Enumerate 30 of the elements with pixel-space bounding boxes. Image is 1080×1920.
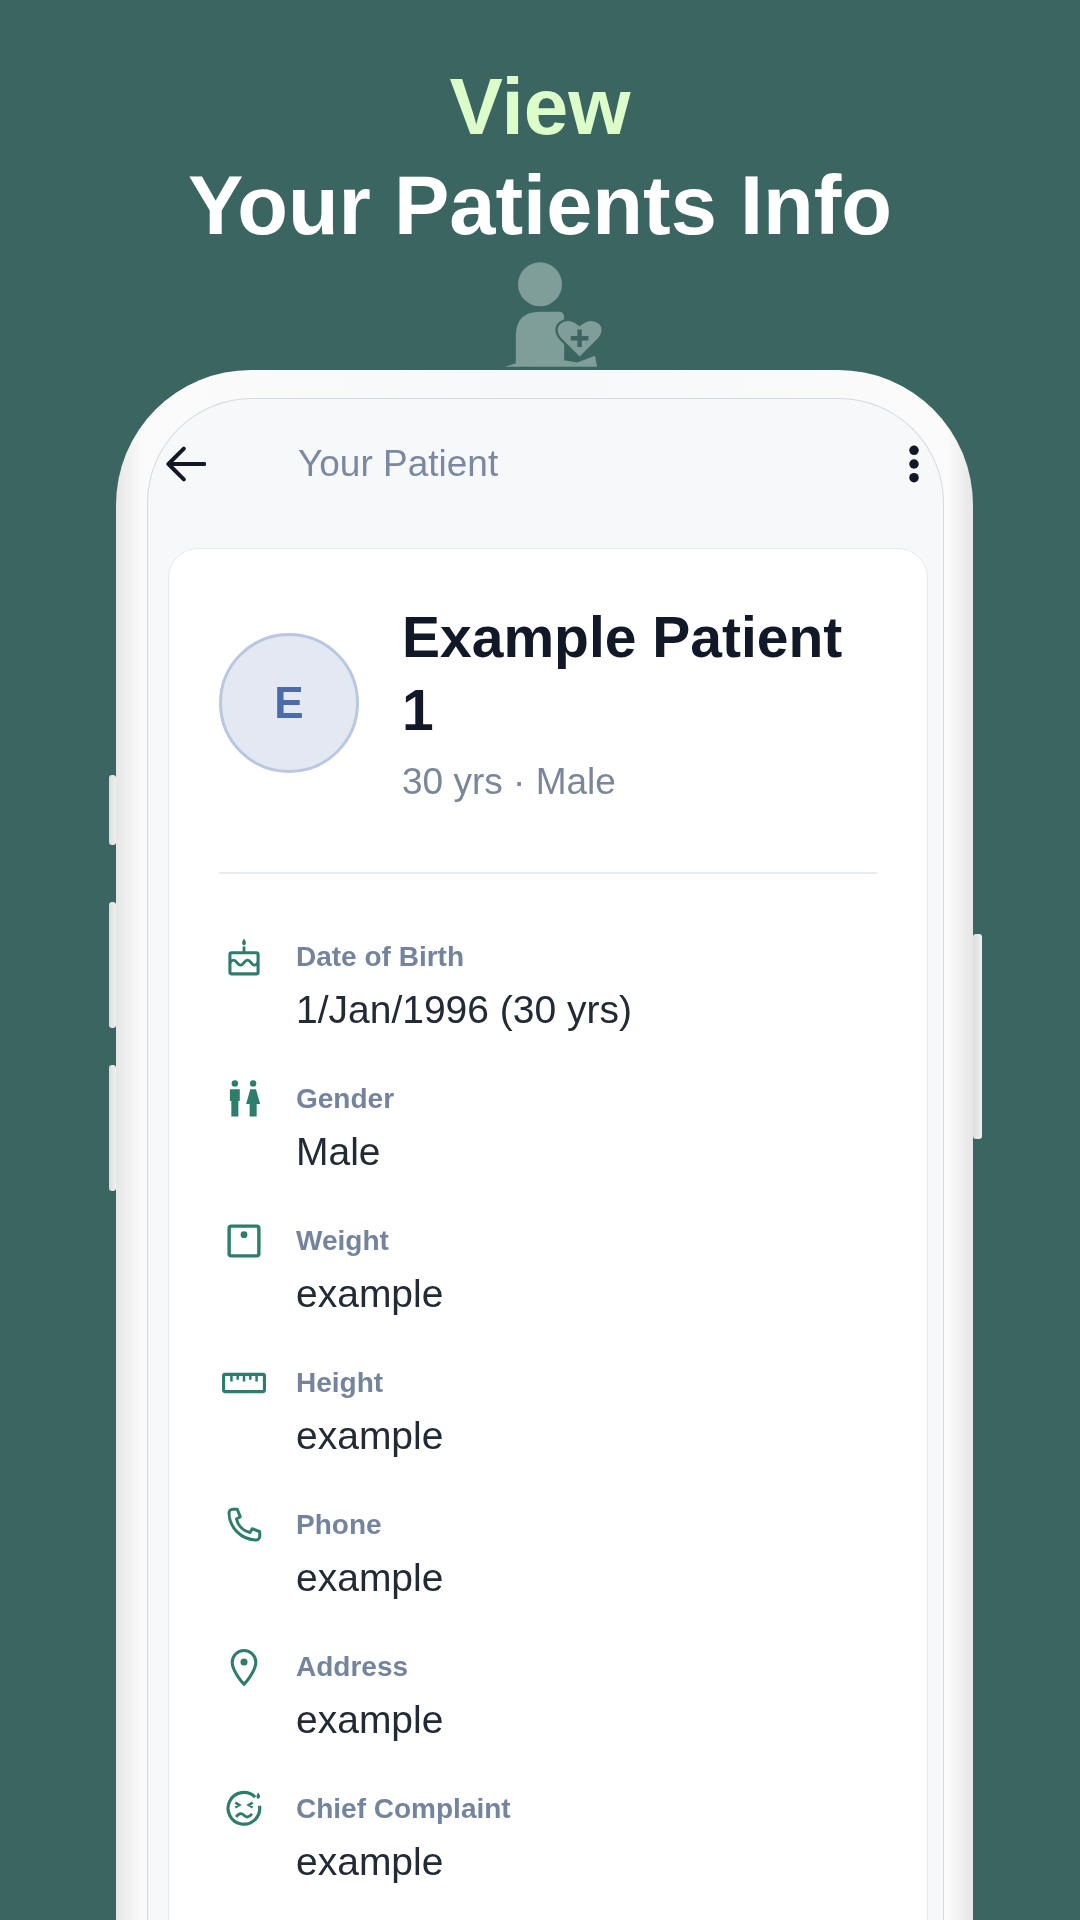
detail-value: example <box>296 1555 444 1601</box>
detail-value: 1/Jan/1996 (30 yrs) <box>296 987 632 1033</box>
kebab-menu-icon[interactable] <box>908 445 920 483</box>
detail-label: Gender <box>296 1082 395 1116</box>
phone-side-key <box>109 775 116 845</box>
detail-label: Height <box>296 1366 385 1400</box>
detail-value: example <box>296 1839 445 1885</box>
sick-face-icon <box>225 1790 263 1828</box>
man-woman-icon <box>227 1080 261 1118</box>
detail-label: Date of Birth <box>296 940 465 974</box>
map-pin-icon <box>229 1648 259 1686</box>
cake-icon <box>227 938 261 976</box>
back-arrow-icon[interactable] <box>165 446 206 482</box>
detail-label: Address <box>296 1650 410 1684</box>
detail-value: example <box>296 1271 444 1317</box>
screen-title: Your Patient <box>298 443 499 485</box>
avatar: E <box>219 632 359 773</box>
phone-icon <box>226 1507 262 1543</box>
patient-summary: 30 yrs · Male <box>402 760 617 804</box>
detail-label: Weight <box>296 1224 390 1258</box>
headline-title: Your Patients Info <box>188 158 892 254</box>
detail-value: example <box>296 1697 444 1743</box>
ruler-icon <box>222 1372 266 1394</box>
scale-icon <box>227 1224 261 1258</box>
detail-value: Male <box>296 1129 382 1175</box>
detail-label: Phone <box>296 1508 383 1542</box>
headline-kicker: View <box>449 61 631 153</box>
detail-label: Chief Complaint <box>296 1792 511 1826</box>
patient-name: Example Patient 1 <box>402 604 844 744</box>
detail-value: example <box>296 1413 444 1459</box>
